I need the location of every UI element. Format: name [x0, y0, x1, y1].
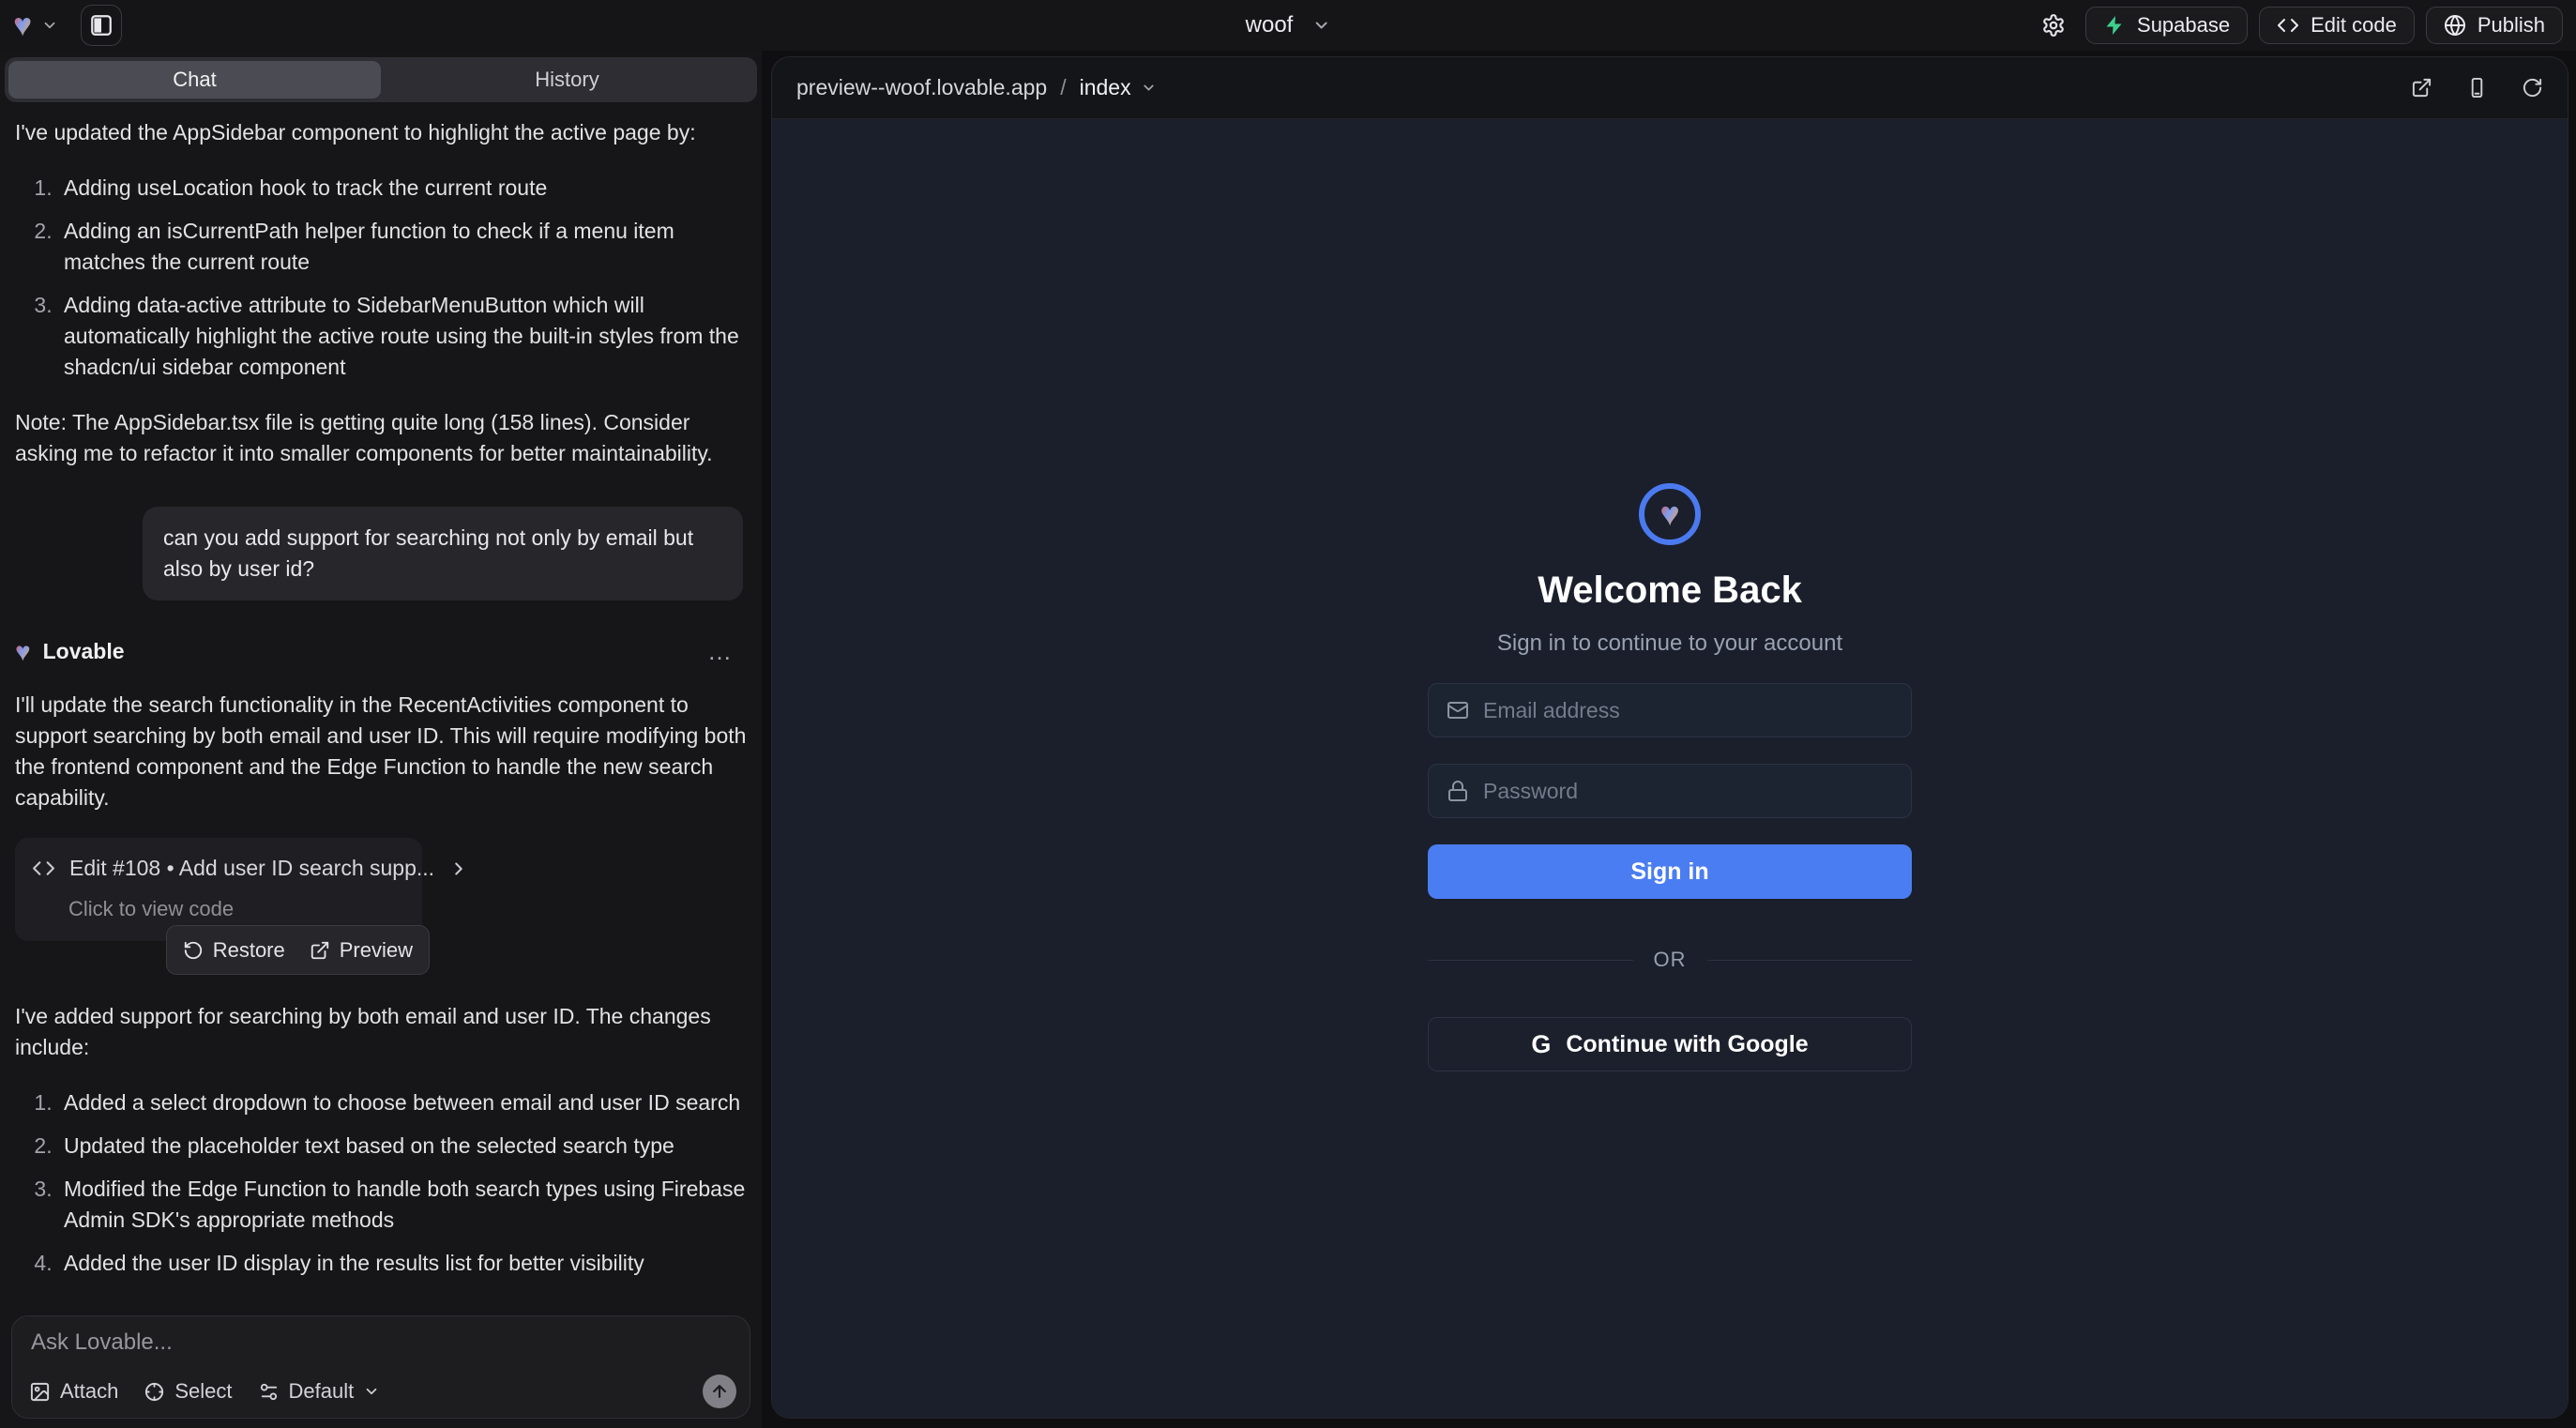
publish-label: Publish: [2478, 13, 2545, 38]
logo-chevron-down-icon[interactable]: [41, 17, 58, 34]
lock-icon: [1447, 780, 1469, 802]
heart-icon: ♥: [1659, 497, 1679, 531]
list-item: Adding an isCurrentPath helper function …: [58, 216, 747, 278]
assistant-message-header: ♥ Lovable …: [15, 636, 747, 667]
tab-history[interactable]: History: [381, 61, 753, 99]
rotate-ccw-icon: [183, 940, 204, 961]
sliders-icon: [258, 1381, 280, 1403]
email-field-wrapper: [1428, 683, 1912, 737]
mode-label: Default: [289, 1379, 355, 1404]
lovable-avatar-icon: ♥: [15, 639, 31, 665]
or-divider: OR: [1428, 948, 1912, 972]
list-item: Adding useLocation hook to track the cur…: [58, 173, 747, 204]
open-in-new-tab-button[interactable]: [2411, 77, 2432, 99]
user-message-bubble: can you add support for searching not on…: [143, 507, 743, 600]
attach-label: Attach: [60, 1379, 118, 1404]
chat-panel: Chat History I've updated the AppSidebar…: [0, 51, 762, 1428]
supabase-bolt-icon: [2103, 14, 2126, 37]
project-name: woof: [1246, 12, 1294, 38]
edit-card-title: Edit #108 • Add user ID search supp...: [69, 853, 434, 884]
restore-label: Restore: [213, 934, 285, 965]
assistant-message-changes-intro: I've added support for searching by both…: [15, 1001, 747, 1063]
gear-icon: [2041, 13, 2066, 38]
password-field[interactable]: [1428, 764, 1912, 818]
email-field[interactable]: [1428, 683, 1912, 737]
tab-chat[interactable]: Chat: [8, 61, 381, 99]
preview-url-host: preview--woof.lovable.app: [796, 75, 1047, 100]
globe-icon: [2444, 14, 2466, 37]
supabase-label: Supabase: [2137, 13, 2230, 38]
page-subtitle: Sign in to continue to your account: [1497, 630, 1842, 657]
mail-icon: [1447, 699, 1469, 722]
chat-composer[interactable]: Attach Select Default: [11, 1315, 750, 1419]
preview-url-path: index: [1080, 75, 1131, 100]
mobile-view-button[interactable]: [2466, 77, 2488, 99]
chevron-right-icon: [448, 858, 469, 879]
list-item: Modified the Edge Function to handle bot…: [58, 1174, 747, 1236]
chevron-down-icon: [1141, 80, 1157, 96]
assistant-message-intro: I've updated the AppSidebar component to…: [15, 117, 747, 148]
code-brackets-icon: [32, 857, 55, 880]
arrow-up-icon: [710, 1382, 729, 1401]
chevron-down-icon: [363, 1383, 380, 1400]
list-item: Added a select dropdown to choose betwee…: [58, 1087, 747, 1118]
google-button-label: Continue with Google: [1566, 1031, 1808, 1058]
lovable-logo-icon[interactable]: ♥: [13, 9, 32, 41]
attach-button[interactable]: Attach: [29, 1379, 118, 1404]
mode-dropdown[interactable]: Default: [258, 1379, 381, 1404]
google-g-icon: G: [1531, 1030, 1551, 1059]
edit-card-subtitle: Click to view code: [68, 893, 405, 924]
project-switcher[interactable]: woof: [1246, 12, 1331, 38]
preview-label: Preview: [340, 934, 413, 965]
sign-in-card: ♥ Welcome Back Sign in to continue to yo…: [1428, 483, 1912, 1071]
edit-code-label: Edit code: [2311, 13, 2397, 38]
select-label: Select: [174, 1379, 232, 1404]
code-brackets-icon: [2277, 14, 2299, 37]
preview-iframe: ♥ Welcome Back Sign in to continue to yo…: [772, 119, 2568, 1418]
chat-input[interactable]: [31, 1329, 731, 1356]
restore-button[interactable]: Restore: [183, 934, 285, 965]
crosshair-icon: [144, 1381, 165, 1403]
list-item: Adding data-active attribute to SidebarM…: [58, 290, 747, 383]
assistant-message-intro: I'll update the search functionality in …: [15, 690, 747, 813]
supabase-button[interactable]: Supabase: [2085, 7, 2248, 44]
select-button[interactable]: Select: [144, 1379, 232, 1404]
assistant-message-note: Note: The AppSidebar.tsx file is getting…: [15, 407, 747, 469]
send-button[interactable]: [703, 1375, 736, 1408]
app-logo: ♥: [1639, 483, 1701, 545]
continue-with-google-button[interactable]: G Continue with Google: [1428, 1017, 1912, 1071]
assistant-message-list: Added a select dropdown to choose betwee…: [15, 1087, 747, 1279]
top-bar: ♥ woof Supabase Edit code: [0, 0, 2576, 51]
image-icon: [29, 1381, 51, 1403]
edit-code-button[interactable]: Edit code: [2259, 7, 2415, 44]
toggle-sidebar-button[interactable]: [81, 5, 122, 46]
list-item: Added the user ID display in the results…: [58, 1248, 747, 1279]
edit-code-card[interactable]: Edit #108 • Add user ID search supp... C…: [15, 838, 422, 941]
preview-url-separator: /: [1060, 75, 1066, 100]
chat-history-tabbar: Chat History: [5, 57, 757, 102]
preview-url-dropdown[interactable]: preview--woof.lovable.app / index: [796, 75, 1157, 100]
password-field-wrapper: [1428, 764, 1912, 818]
preview-button[interactable]: Preview: [310, 934, 413, 965]
publish-button[interactable]: Publish: [2426, 7, 2563, 44]
settings-button[interactable]: [2033, 7, 2074, 44]
or-label: OR: [1654, 948, 1687, 972]
refresh-button[interactable]: [2522, 77, 2543, 99]
project-chevron-down-icon: [1311, 16, 1330, 35]
external-link-icon: [310, 940, 330, 961]
page-title: Welcome Back: [1538, 570, 1802, 612]
assistant-name: Lovable: [43, 636, 125, 667]
assistant-message-list: Adding useLocation hook to track the cur…: [15, 173, 747, 383]
chat-messages: I've updated the AppSidebar component to…: [0, 102, 762, 1302]
sign-in-button[interactable]: Sign in: [1428, 844, 1912, 899]
message-menu-button[interactable]: …: [707, 636, 734, 667]
preview-url-bar: preview--woof.lovable.app / index: [772, 57, 2568, 119]
preview-panel: preview--woof.lovable.app / index ♥ Welc…: [771, 56, 2568, 1419]
list-item: Updated the placeholder text based on th…: [58, 1131, 747, 1162]
edit-card-toolbar: Restore Preview: [166, 925, 430, 975]
